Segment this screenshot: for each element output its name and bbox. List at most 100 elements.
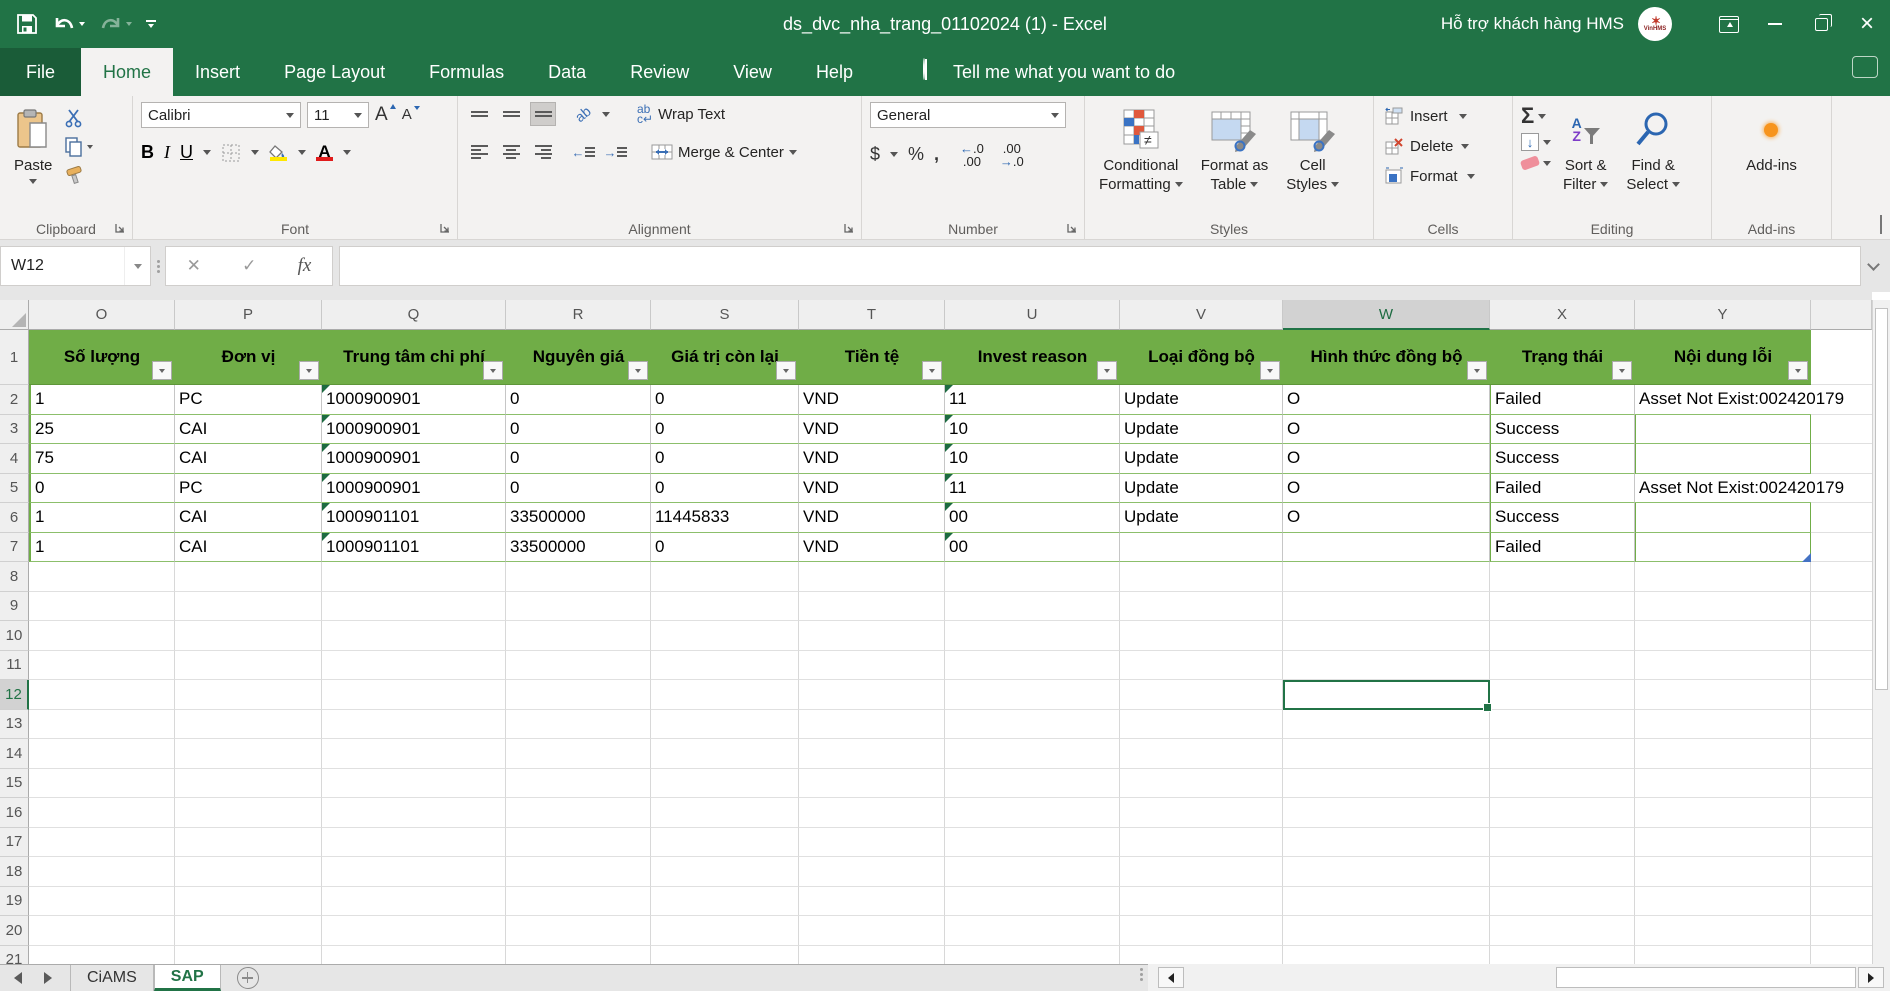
cell-O11[interactable] (29, 651, 175, 681)
cell-V5[interactable]: Update (1120, 474, 1283, 504)
cell-X5[interactable]: Failed (1490, 474, 1635, 504)
bottom-align-button[interactable] (530, 102, 556, 126)
horizontal-scrollbar-thumb[interactable] (1556, 967, 1856, 988)
bold-button[interactable]: B (141, 142, 154, 163)
sheet-tab-sap[interactable]: SAP (154, 965, 221, 991)
sort-filter-button[interactable]: AZ Sort & Filter (1557, 102, 1614, 215)
cell-R18[interactable] (506, 857, 651, 887)
cell-W15[interactable] (1283, 769, 1490, 799)
row-header-4[interactable]: 4 (0, 444, 29, 474)
cell-V11[interactable] (1120, 651, 1283, 681)
cell-S4[interactable]: 0 (651, 444, 799, 474)
cell-Q9[interactable] (322, 592, 506, 622)
column-header-R[interactable]: R (506, 300, 651, 330)
cell-S17[interactable] (651, 828, 799, 858)
row-header-8[interactable]: 8 (0, 562, 29, 592)
cell-U12[interactable] (945, 680, 1120, 710)
cell-gutter13[interactable] (1811, 710, 1872, 740)
cell-gutter17[interactable] (1811, 828, 1872, 858)
cell-gutter11[interactable] (1811, 651, 1872, 681)
alignment-dialog-launcher-icon[interactable] (843, 222, 856, 235)
cell-O20[interactable] (29, 916, 175, 946)
font-size-select[interactable]: 11 (307, 102, 369, 128)
table-header-Q1[interactable]: Trung tâm chi phí (322, 330, 506, 385)
cell-U7[interactable]: 00 (945, 533, 1120, 563)
filter-button-X[interactable] (1612, 361, 1632, 380)
table-header-R1[interactable]: Nguyên giá (506, 330, 651, 385)
cell-V10[interactable] (1120, 621, 1283, 651)
cell-Y21[interactable] (1635, 946, 1811, 965)
next-sheet-icon[interactable] (44, 972, 52, 984)
cell-S16[interactable] (651, 798, 799, 828)
column-header-Y[interactable]: Y (1635, 300, 1811, 330)
column-header-S[interactable]: S (651, 300, 799, 330)
cell-S9[interactable] (651, 592, 799, 622)
increase-font-icon[interactable]: A (375, 108, 388, 122)
cell-Q21[interactable] (322, 946, 506, 965)
cell-O3[interactable]: 25 (29, 415, 175, 445)
cell-X12[interactable] (1490, 680, 1635, 710)
undo-button[interactable] (52, 14, 85, 34)
ribbon-tab-home[interactable]: Home (81, 48, 173, 96)
filter-button-W[interactable] (1467, 361, 1487, 380)
table-header-W1[interactable]: Hình thức đồng bộ (1283, 330, 1490, 385)
cell-U14[interactable] (945, 739, 1120, 769)
clear-button[interactable] (1521, 158, 1551, 168)
cell-U19[interactable] (945, 887, 1120, 917)
customize-qat-icon[interactable] (146, 20, 156, 28)
format-cells-button[interactable]: Format (1382, 164, 1504, 188)
align-left-button[interactable] (466, 140, 492, 164)
cell-Y18[interactable] (1635, 857, 1811, 887)
cell-Q10[interactable] (322, 621, 506, 651)
decrease-decimal-button[interactable]: .00 →.0 (997, 142, 1027, 166)
cell-O4[interactable]: 75 (29, 444, 175, 474)
cancel-icon[interactable]: ✕ (187, 256, 201, 276)
cut-button[interactable] (64, 108, 93, 128)
row-header-12[interactable]: 12 (0, 680, 29, 710)
increase-decimal-button[interactable]: ←.0 .00 (957, 142, 987, 166)
number-format-select[interactable]: General (870, 102, 1066, 128)
cell-V6[interactable]: Update (1120, 503, 1283, 533)
name-box[interactable]: W12 (0, 246, 151, 286)
cell-R19[interactable] (506, 887, 651, 917)
cell-gutter3[interactable] (1811, 415, 1872, 445)
cell-Q17[interactable] (322, 828, 506, 858)
cell-S6[interactable]: 11445833 (651, 503, 799, 533)
cell-Q2[interactable]: 1000900901 (322, 385, 506, 415)
cell-gutter16[interactable] (1811, 798, 1872, 828)
formula-input[interactable] (339, 246, 1861, 286)
row-header-16[interactable]: 16 (0, 798, 29, 828)
cell-Y8[interactable] (1635, 562, 1811, 592)
cell-O2[interactable]: 1 (29, 385, 175, 415)
column-header-U[interactable]: U (945, 300, 1120, 330)
cell-S18[interactable] (651, 857, 799, 887)
cell-Y5[interactable]: Asset Not Exist:002420179 (1635, 474, 1811, 504)
cell-R5[interactable]: 0 (506, 474, 651, 504)
cell-X9[interactable] (1490, 592, 1635, 622)
cell-Q7[interactable]: 1000901101 (322, 533, 506, 563)
cell-Y17[interactable] (1635, 828, 1811, 858)
underline-button[interactable]: U (180, 142, 193, 163)
tab-scrollbar-splitter[interactable] (1134, 968, 1148, 981)
cell-O14[interactable] (29, 739, 175, 769)
cell-gutter8[interactable] (1811, 562, 1872, 592)
cell-Y9[interactable] (1635, 592, 1811, 622)
row-header-6[interactable]: 6 (0, 503, 29, 533)
cell-gutter12[interactable] (1811, 680, 1872, 710)
cell-P3[interactable]: CAI (175, 415, 322, 445)
cell-W2[interactable]: O (1283, 385, 1490, 415)
cell-W5[interactable]: O (1283, 474, 1490, 504)
cell-gutter4[interactable] (1811, 444, 1872, 474)
table-header-V1[interactable]: Loại đồng bộ (1120, 330, 1283, 385)
table-header-S1[interactable]: Giá trị còn lại (651, 330, 799, 385)
cell-R16[interactable] (506, 798, 651, 828)
ribbon-tab-view[interactable]: View (711, 48, 794, 96)
row-header-5[interactable]: 5 (0, 474, 29, 504)
cell-T10[interactable] (799, 621, 945, 651)
fill-color-button[interactable] (269, 145, 288, 161)
new-sheet-button[interactable] (237, 967, 259, 989)
cell-X4[interactable]: Success (1490, 444, 1635, 474)
cell-Y15[interactable] (1635, 769, 1811, 799)
clipboard-dialog-launcher-icon[interactable] (114, 222, 127, 235)
cell-P16[interactable] (175, 798, 322, 828)
